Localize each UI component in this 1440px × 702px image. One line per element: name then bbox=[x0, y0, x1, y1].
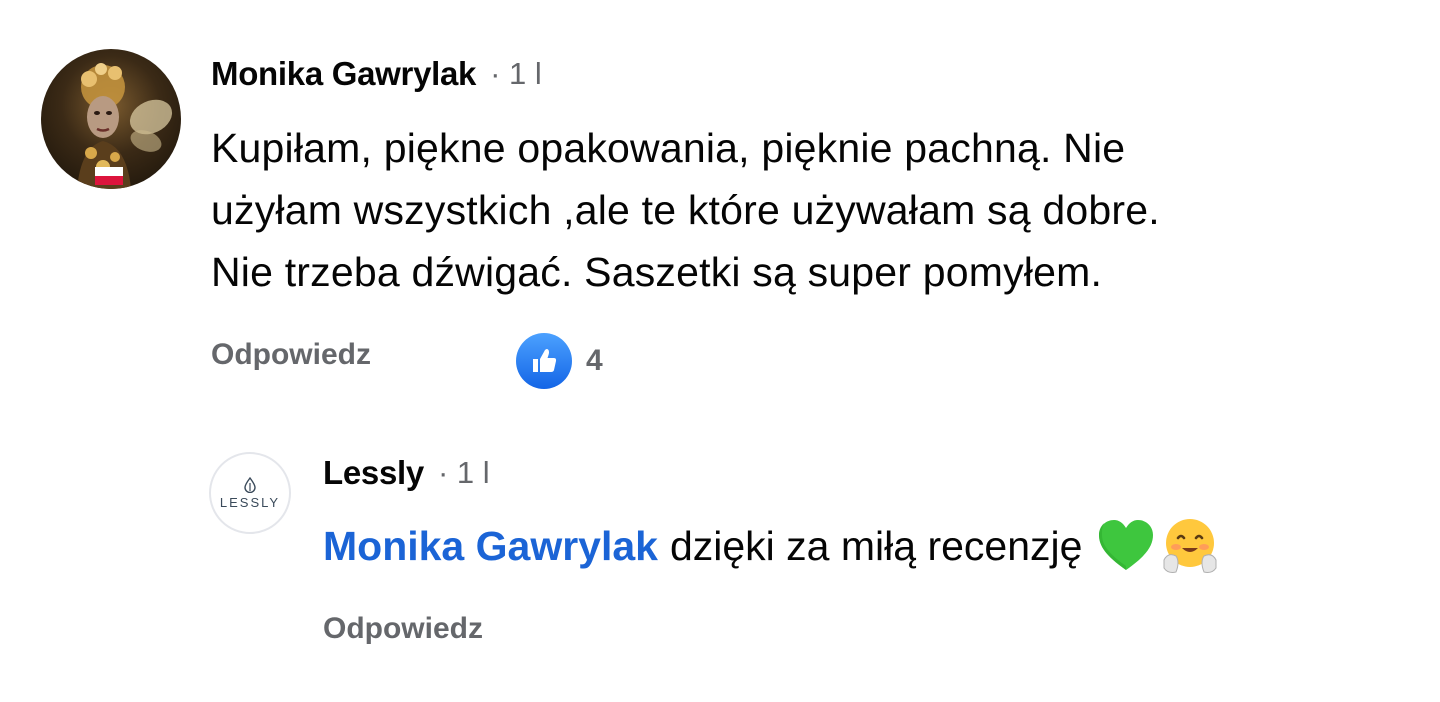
like-icon bbox=[516, 333, 572, 389]
comment-header: Monika Gawrylak · 1 l bbox=[211, 52, 542, 96]
comment-text-line: Kupiłam, piękne opakowania, pięknie pach… bbox=[211, 125, 1126, 171]
profile-photo-icon bbox=[77, 63, 173, 189]
reply-button[interactable]: Odpowiedz bbox=[211, 338, 371, 372]
avatar[interactable] bbox=[41, 49, 181, 189]
reply-author-name[interactable]: Lessly bbox=[323, 454, 424, 492]
reaction-count: 4 bbox=[586, 344, 603, 377]
avatar[interactable]: LESSLY bbox=[209, 452, 291, 534]
hugging-face-icon bbox=[1163, 519, 1217, 573]
logo-text: LESSLY bbox=[219, 494, 281, 510]
comment-author-name[interactable]: Monika Gawrylak bbox=[211, 55, 476, 93]
comment-text: Kupiłam, piękne opakowania, pięknie pach… bbox=[211, 117, 1381, 303]
reply-text: Monika Gawrylak dzięki za miłą recenzję bbox=[323, 515, 1220, 577]
reaction-summary[interactable]: 4 bbox=[516, 333, 603, 389]
drop-logo-icon bbox=[244, 476, 256, 493]
mention-link[interactable]: Monika Gawrylak bbox=[323, 515, 658, 577]
reply-header: Lessly · 1 l bbox=[323, 451, 490, 495]
comment-text-line: Nie trzeba dźwigać. Saszetki są super po… bbox=[211, 249, 1103, 295]
comment-timestamp[interactable]: · 1 l bbox=[490, 56, 542, 92]
green-heart-icon bbox=[1099, 520, 1154, 570]
reply-text-content: dzięki za miłą recenzję bbox=[669, 523, 1083, 569]
reply-button[interactable]: Odpowiedz bbox=[323, 612, 483, 646]
comment-thread: Monika Gawrylak · 1 l Kupiłam, piękne op… bbox=[0, 0, 1440, 702]
reply-timestamp[interactable]: · 1 l bbox=[438, 455, 490, 491]
comment-text-line: użyłam wszystkich ,ale te które używałam… bbox=[211, 187, 1160, 233]
